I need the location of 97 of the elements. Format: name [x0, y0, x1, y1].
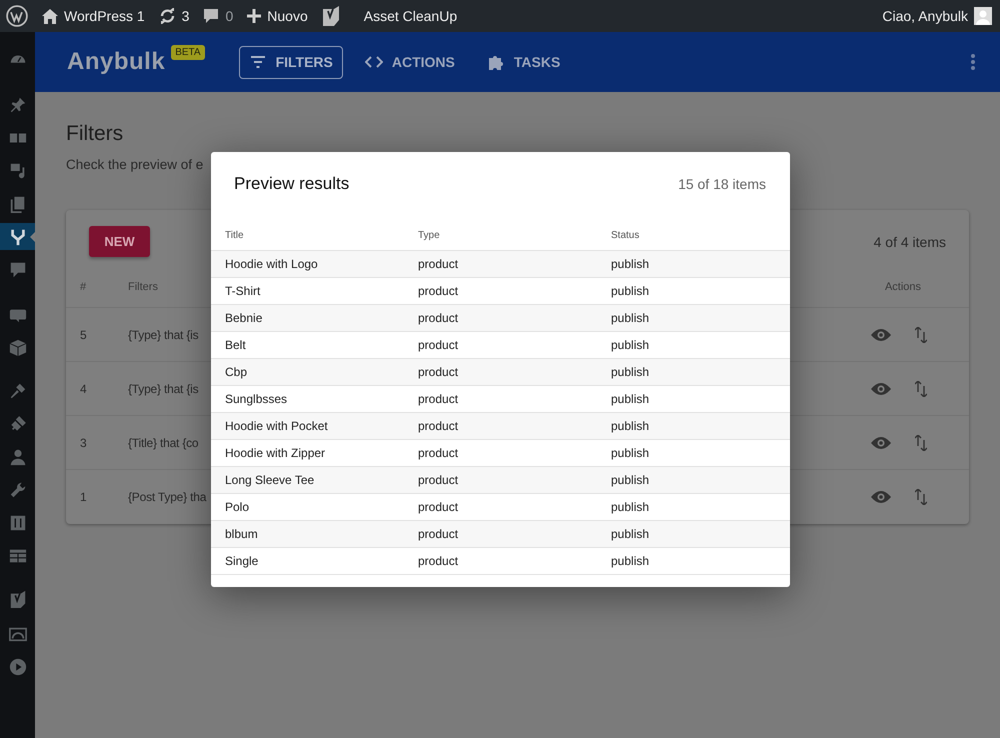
- page-description: Check the preview of e: [66, 157, 204, 172]
- table-cell: {Type} that {is: [128, 328, 198, 342]
- table-cell-text: publish: [611, 365, 650, 379]
- table-cell-text: Hoodie with Pocket: [225, 419, 329, 433]
- eye-icon[interactable]: [871, 382, 891, 396]
- eye-icon[interactable]: [871, 436, 891, 450]
- user-icon: [8, 448, 26, 466]
- home-icon: [42, 8, 58, 24]
- filter-icon: [248, 53, 267, 71]
- table-cell-text: blbum: [225, 527, 259, 541]
- beta-badge: BETA: [171, 45, 205, 60]
- table-cell-text: T-Shirt: [225, 284, 262, 298]
- table-cell: 3: [80, 436, 86, 450]
- comment-icon: [8, 260, 26, 278]
- table-cell: {Title} that {co: [128, 436, 198, 450]
- sort-arrows-icon[interactable]: [915, 380, 927, 396]
- column-header: Title: [225, 230, 245, 240]
- sort-arrows-icon[interactable]: [915, 434, 927, 450]
- table-cell-text: Belt: [225, 338, 247, 352]
- plugin-menu-link[interactable]: Asset CleanUp: [364, 8, 458, 24]
- box-icon: [8, 338, 26, 356]
- table-cell-text: Cbp: [225, 365, 248, 379]
- table-cell-text: product: [418, 365, 460, 379]
- table-cell-text: product: [418, 500, 460, 514]
- table-cell-text: publish: [611, 392, 650, 406]
- modal-title: Preview results: [234, 174, 350, 194]
- table-cell: 1: [80, 490, 86, 504]
- app-logo: Anybulk: [67, 48, 166, 76]
- wordpress-logo-icon: [6, 5, 28, 27]
- eye-icon[interactable]: [871, 490, 891, 504]
- table-cell-text: Polo: [225, 500, 250, 514]
- table-cell-text: Hoodie with Logo: [225, 257, 319, 271]
- column-header: Actions: [884, 281, 922, 293]
- refresh-icon: [158, 8, 176, 24]
- fork-icon: [8, 228, 26, 246]
- site-name-link[interactable]: WordPress 1: [64, 8, 145, 24]
- table-cell-text: publish: [611, 257, 650, 271]
- table-cell: {Post Type} tha: [128, 490, 206, 504]
- comments-count[interactable]: 0: [225, 8, 234, 24]
- greeting-link[interactable]: Ciao, Anybulk: [882, 8, 968, 24]
- comment-icon: [203, 8, 220, 24]
- more-menu-icon[interactable]: [970, 53, 976, 71]
- nav-tab[interactable]: TASKS: [476, 46, 570, 78]
- table-cell: {Type} that {is: [128, 382, 198, 396]
- table-cell-text: publish: [611, 419, 650, 433]
- table-cell-text: product: [418, 338, 460, 352]
- column-header: Status: [611, 230, 640, 240]
- table-cell-text: product: [418, 446, 460, 460]
- new-button[interactable]: NEW: [89, 226, 150, 257]
- table-cell-text: publish: [611, 284, 650, 298]
- table-cell-text: Long Sleeve Tee: [225, 473, 316, 487]
- puzzle-icon: [486, 53, 505, 71]
- shield-icon[interactable]: [322, 6, 340, 26]
- table-cell-text: Bebnie: [225, 311, 264, 325]
- new-menu-link[interactable]: Nuovo: [267, 8, 308, 24]
- table-cell-text: product: [418, 473, 460, 487]
- table-cell-text: product: [418, 527, 460, 541]
- nav-tab[interactable]: FILTERS: [238, 46, 343, 78]
- column-header: #: [80, 281, 86, 293]
- table-cell-text: product: [418, 257, 460, 271]
- avatar-icon: [974, 7, 992, 25]
- updates-count[interactable]: 3: [182, 8, 190, 24]
- table-cell-text: Hoodie with Zipper: [225, 446, 326, 460]
- pin-icon: [8, 96, 26, 114]
- table-cell-text: publish: [611, 311, 650, 325]
- media-icon: [8, 162, 26, 180]
- table-cell-text: product: [418, 311, 460, 325]
- table-cell-text: publish: [611, 473, 650, 487]
- plus-icon: [247, 9, 262, 23]
- items-count: 15 of 18 items: [678, 176, 766, 192]
- sort-arrows-icon[interactable]: [915, 326, 927, 342]
- table-cell-text: product: [418, 284, 460, 298]
- table-cell-text: product: [418, 392, 460, 406]
- table-cell-text: product: [418, 419, 460, 433]
- table-cell-text: publish: [611, 446, 650, 460]
- table-cell: 4: [80, 382, 86, 396]
- pages-icon: [8, 194, 26, 212]
- column-header: Filters: [128, 281, 158, 293]
- table-cell: 5: [80, 328, 86, 342]
- nav-tab[interactable]: ACTIONS: [354, 46, 465, 78]
- sort-arrows-icon[interactable]: [915, 488, 927, 504]
- items-count: 4 of 4 items: [874, 234, 946, 250]
- eye-icon[interactable]: [871, 328, 891, 342]
- play-icon: [8, 658, 26, 676]
- table-cell-text: publish: [611, 554, 650, 568]
- column-header: Type: [418, 230, 441, 240]
- table-cell-text: publish: [611, 338, 650, 352]
- wrench-icon: [8, 480, 26, 498]
- page-title: Filters: [66, 122, 124, 146]
- table-cell-text: publish: [611, 527, 650, 541]
- table-cell-text: Sunglbsses: [225, 392, 288, 406]
- table-cell-text: publish: [611, 500, 650, 514]
- table-cell-text: Single: [225, 554, 260, 568]
- shield-icon: [8, 590, 26, 608]
- table-cell-text: product: [418, 554, 460, 568]
- table-icon: [8, 546, 26, 564]
- sidebar-item[interactable]: [0, 223, 35, 250]
